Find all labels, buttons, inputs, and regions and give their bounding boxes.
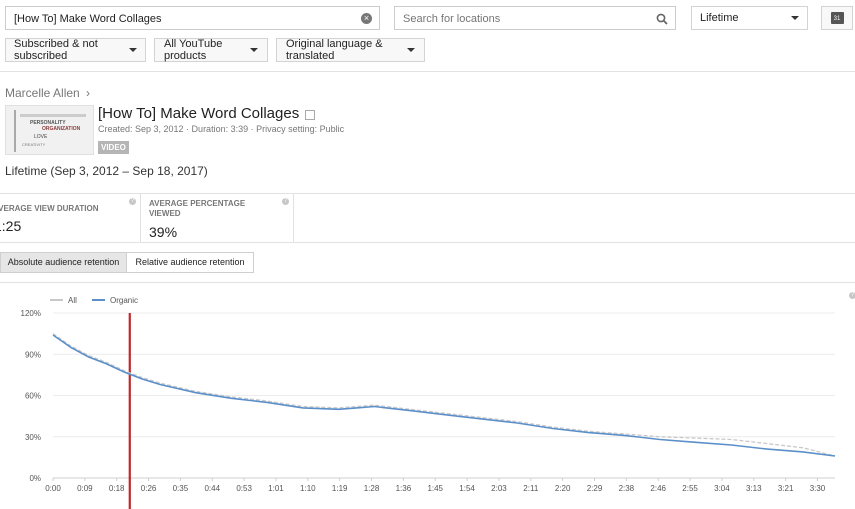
y-tick-label: 30% <box>25 433 41 442</box>
x-tick-label: 0:35 <box>173 484 189 493</box>
x-tick-label: 1:19 <box>332 484 348 493</box>
thumbnail-word: CREATIVITY <box>22 142 46 147</box>
thumbnail-word: LOVE <box>34 134 48 140</box>
x-tick-label: 1:36 <box>396 484 412 493</box>
x-tick-label: 2:38 <box>619 484 635 493</box>
help-icon[interactable]: ? <box>282 198 289 205</box>
chevron-down-icon <box>407 48 415 52</box>
legend-label: All <box>68 296 77 305</box>
x-tick-label: 1:45 <box>427 484 443 493</box>
x-tick-label: 1:01 <box>268 484 284 493</box>
x-tick-label: 2:11 <box>523 484 539 493</box>
tab-absolute-retention[interactable]: Absolute audience retention <box>0 252 127 273</box>
metric-label: AVERAGE VIEW DURATION <box>0 204 99 213</box>
x-tick-label: 2:20 <box>555 484 571 493</box>
video-thumbnail[interactable]: PERSONALITY ORGANIZATION LOVE CREATIVITY <box>5 105 94 155</box>
metric-value: 1:25 <box>0 218 22 234</box>
chevron-down-icon <box>129 48 137 52</box>
help-icon[interactable]: ? <box>129 198 136 205</box>
x-tick-label: 2:46 <box>650 484 666 493</box>
x-tick-label: 3:30 <box>810 484 826 493</box>
products-filter[interactable]: All YouTube products <box>154 38 268 62</box>
divider <box>0 71 855 72</box>
x-tick-label: 0:26 <box>141 484 157 493</box>
search-field[interactable]: × <box>5 6 380 30</box>
calendar-icon: 31 <box>830 12 844 24</box>
location-search-field[interactable] <box>394 6 676 30</box>
y-tick-label: 60% <box>25 392 41 401</box>
channel-link[interactable]: Marcelle Allen <box>5 86 80 100</box>
external-link-icon[interactable] <box>305 109 316 120</box>
video-title-row: [How To] Make Word Collages <box>98 105 316 122</box>
retention-chart[interactable]: 0% 30% 60% 90% 120% 0:00 0:09 0:18 0:26 0:35 0:44 0… <box>0 283 855 509</box>
metric-value: 39% <box>149 224 178 240</box>
search-icon[interactable] <box>656 13 668 25</box>
x-tick-label: 0:09 <box>77 484 93 493</box>
breadcrumb-arrow-icon: › <box>86 86 91 100</box>
language-filter[interactable]: Original language & translated <box>276 38 425 62</box>
x-tick-label: 0:18 <box>109 484 125 493</box>
tab-relative-retention[interactable]: Relative audience retention <box>127 252 254 273</box>
date-range-value: Lifetime <box>700 12 739 24</box>
x-tick-label: 2:29 <box>587 484 603 493</box>
metric-average-view-duration[interactable]: AVERAGE VIEW DURATION 1:25 ? <box>0 193 141 242</box>
period-label: Lifetime (Sep 3, 2012 – Sep 18, 2017) <box>5 164 208 178</box>
video-title[interactable]: [How To] Make Word Collages <box>98 105 299 122</box>
x-tick-label: 3:13 <box>746 484 762 493</box>
y-tick-label: 90% <box>25 350 41 359</box>
date-range-select[interactable]: Lifetime <box>691 6 808 30</box>
chevron-down-icon <box>250 48 258 52</box>
legend-label: Organic <box>110 296 138 305</box>
chevron-down-icon <box>791 16 799 20</box>
x-tick-label: 1:28 <box>364 484 380 493</box>
x-tick-label: 0:00 <box>45 484 61 493</box>
x-tick-label: 1:10 <box>300 484 316 493</box>
search-input[interactable] <box>12 10 356 28</box>
calendar-button[interactable]: 31 <box>821 6 853 30</box>
divider <box>0 242 855 243</box>
video-meta: Created: Sep 3, 2012 · Duration: 3:39 · … <box>98 124 345 134</box>
x-tick-label: 1:54 <box>459 484 475 493</box>
location-search-input[interactable] <box>401 10 655 28</box>
y-tick-label: 120% <box>21 309 41 318</box>
x-tick-label: 0:53 <box>236 484 252 493</box>
x-tick-label: 2:03 <box>491 484 507 493</box>
series-line-all <box>52 333 836 457</box>
x-tick-label: 3:04 <box>714 484 730 493</box>
subscription-filter[interactable]: Subscribed & not subscribed <box>5 38 146 62</box>
x-tick-label: 0:44 <box>204 484 220 493</box>
video-badge: VIDEO <box>98 141 129 154</box>
x-tick-label: 3:21 <box>778 484 794 493</box>
x-tick-label: 2:55 <box>682 484 698 493</box>
metric-average-percentage-viewed[interactable]: AVERAGE PERCENTAGE VIEWED 39% ? <box>141 193 294 242</box>
metric-label: AVERAGE PERCENTAGE VIEWED <box>149 199 246 218</box>
breadcrumb[interactable]: Marcelle Allen › <box>5 86 90 100</box>
clear-icon[interactable]: × <box>361 13 372 24</box>
thumbnail-word: ORGANIZATION <box>42 126 81 132</box>
y-tick-label: 0% <box>29 474 41 483</box>
